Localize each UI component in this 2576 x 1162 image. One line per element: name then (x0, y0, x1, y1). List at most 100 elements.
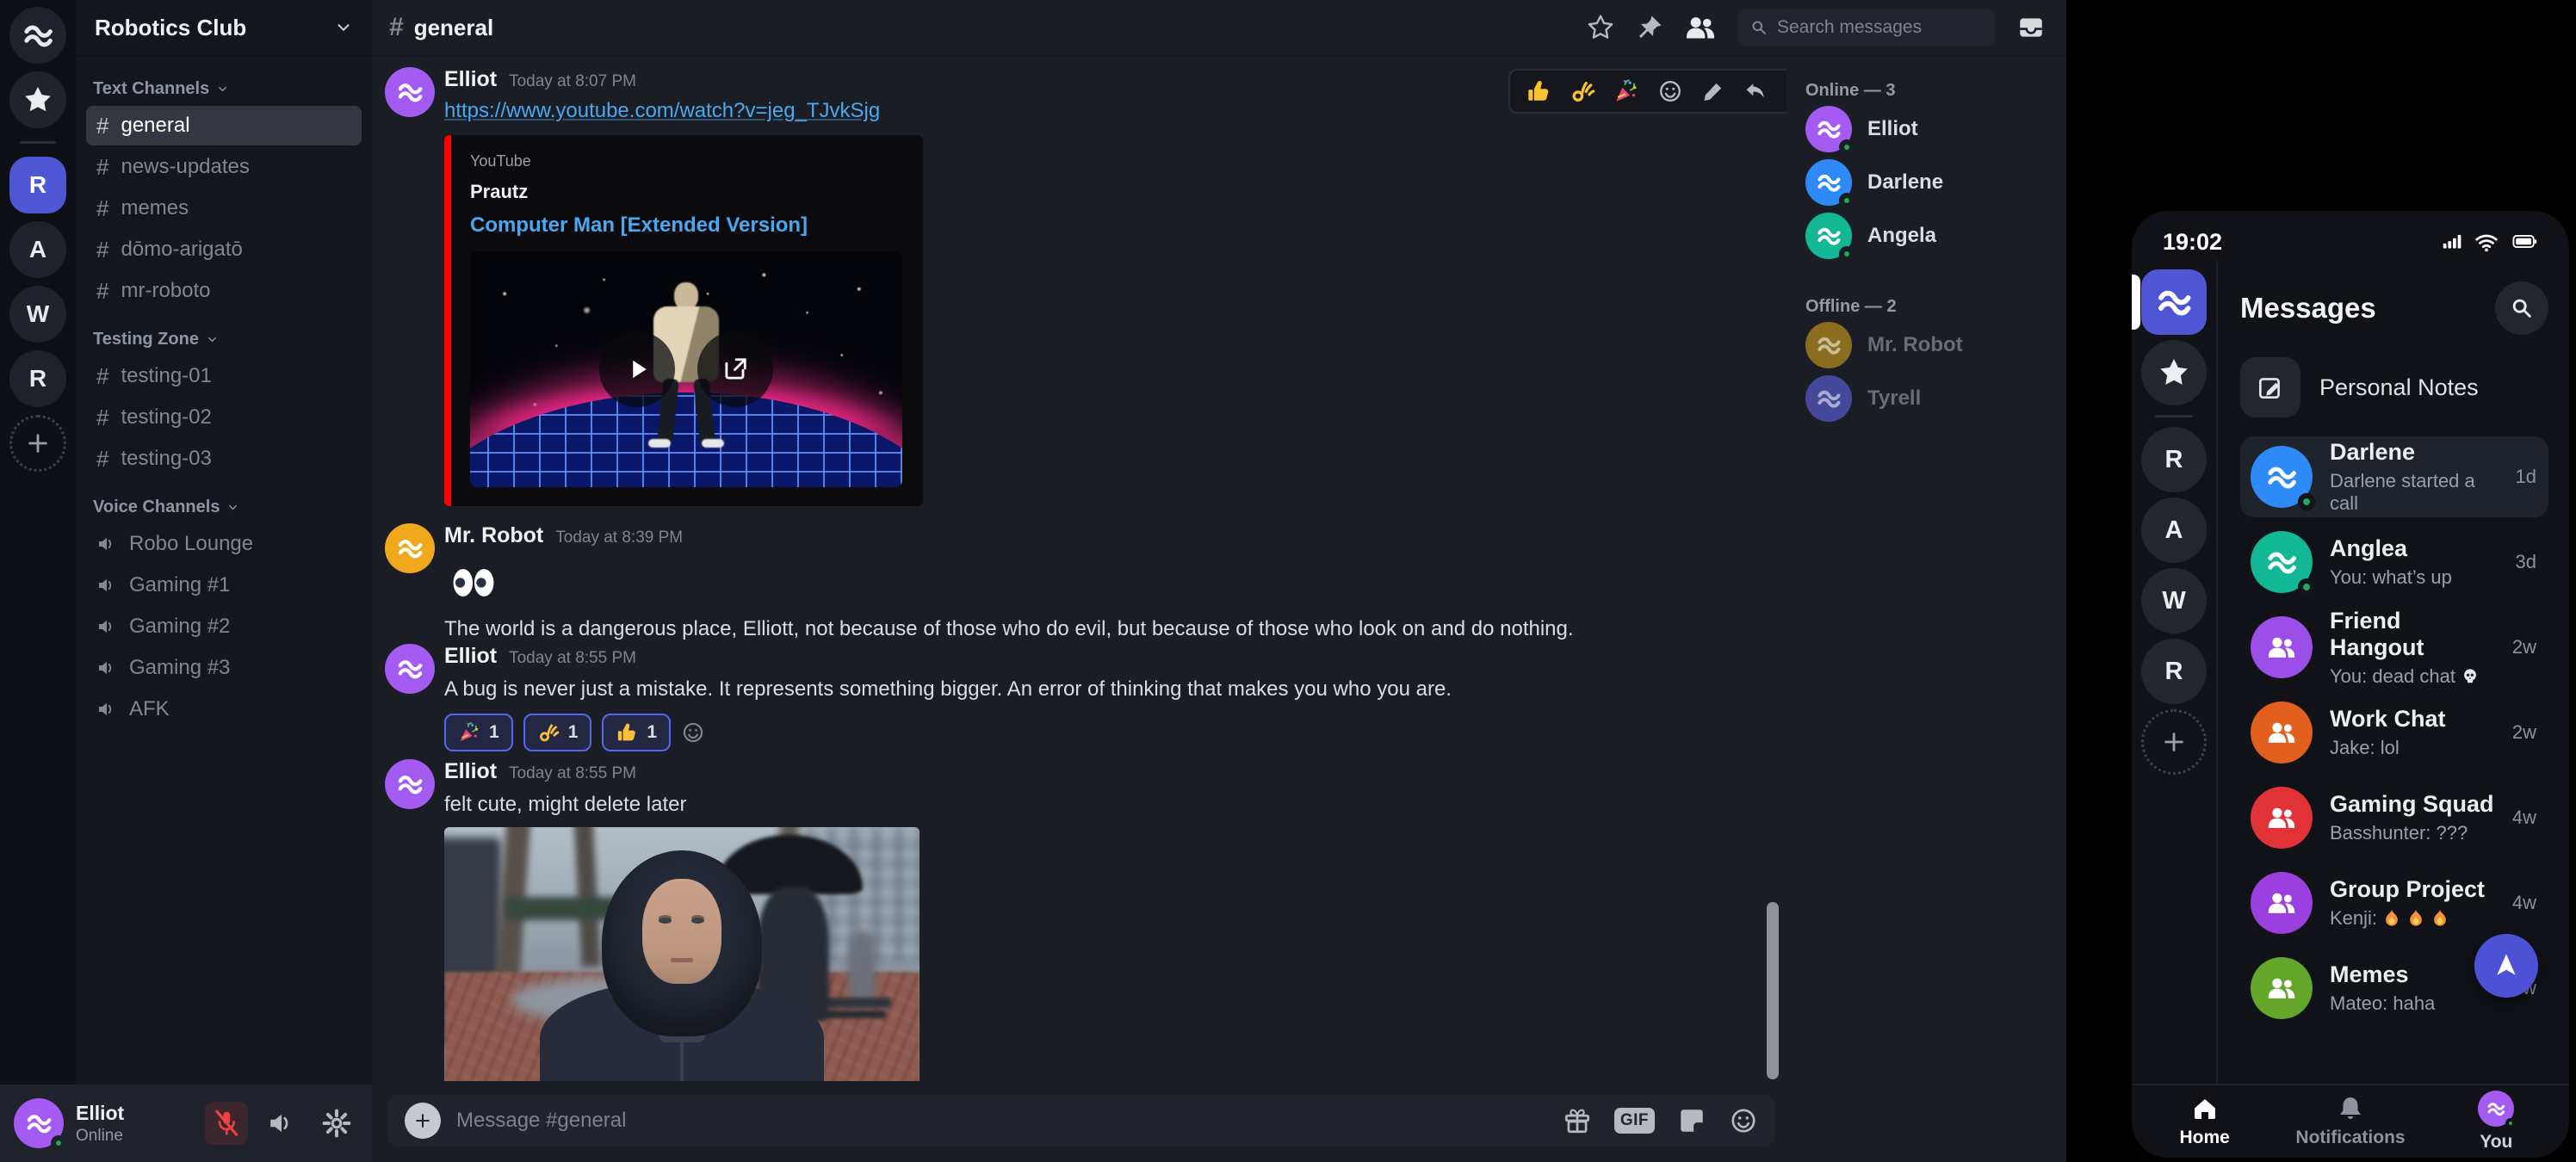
user-avatar[interactable] (14, 1098, 64, 1148)
channel-news-updates[interactable]: #news-updates (86, 147, 362, 187)
message-author[interactable]: Elliot (444, 759, 497, 784)
add-server-button[interactable] (9, 415, 66, 472)
server-icon-a[interactable]: A (9, 221, 66, 278)
avatar (1805, 213, 1852, 259)
avatar[interactable] (385, 644, 435, 694)
embed-channel-name[interactable]: Prautz (470, 181, 904, 203)
channel-general[interactable]: #general (86, 106, 362, 145)
favorites-button[interactable] (2141, 340, 2207, 405)
conversation-anglea[interactable]: Anglea You: what’s up 3d (2240, 522, 2548, 603)
reply-button[interactable] (1743, 79, 1768, 103)
channel-testing-02[interactable]: #testing-02 (86, 398, 362, 437)
server-icon-w[interactable]: W (2141, 568, 2207, 634)
channel-testing-03[interactable]: #testing-03 (86, 439, 362, 479)
wave-logo-icon (21, 18, 55, 53)
server-icon-robotics[interactable]: R (9, 157, 66, 213)
gift-button[interactable] (1563, 1106, 1592, 1135)
ok-hand-emoji (537, 721, 560, 744)
add-reaction-button[interactable] (681, 720, 705, 745)
channel-memes[interactable]: #memes (86, 189, 362, 228)
favorite-channel-button[interactable] (1586, 13, 1615, 42)
reaction-party-popper[interactable]: 1 (444, 714, 513, 751)
voice-gaming-2[interactable]: Gaming #2 (86, 607, 362, 646)
app-home-button[interactable] (2141, 269, 2207, 335)
server-icon-r2[interactable]: R (2141, 639, 2207, 704)
member-angela[interactable]: Angela (1805, 211, 2058, 261)
pinned-messages-button[interactable] (1636, 14, 1663, 41)
channel-testing-01[interactable]: #testing-01 (86, 356, 362, 396)
nav-you[interactable]: You (2424, 1085, 2569, 1158)
gif-picker-button[interactable]: GIF (1614, 1108, 1655, 1134)
embed-video-title-link[interactable]: Computer Man [Extended Version] (470, 213, 904, 238)
reaction-thumbs-up[interactable]: 1 (602, 714, 671, 751)
new-message-fab[interactable] (2474, 934, 2538, 998)
party-popper-quick-reaction[interactable] (1613, 78, 1639, 104)
server-icon-a[interactable]: A (2141, 498, 2207, 563)
add-server-button[interactable] (2141, 709, 2207, 775)
app-home-button[interactable] (9, 7, 66, 64)
member-mr-robot[interactable]: Mr. Robot (1805, 320, 2058, 370)
gear-icon (322, 1109, 351, 1138)
nav-notifications[interactable]: Notifications (2277, 1085, 2423, 1158)
ok-hand-quick-reaction[interactable] (1570, 78, 1595, 104)
online-status-dot (2505, 1118, 2516, 1128)
group-icon (2266, 717, 2297, 748)
video-thumbnail (470, 251, 902, 487)
section-testing-zone[interactable]: Testing Zone (86, 312, 362, 355)
conversation-friend-hangout[interactable]: Friend Hangout You: dead chat 2w (2240, 607, 2548, 688)
message-input-bar[interactable]: Message #general GIF (387, 1095, 1775, 1147)
play-button[interactable] (599, 331, 675, 407)
conversation-group-project[interactable]: Group Project Kenji: 4w (2240, 862, 2548, 943)
search-button[interactable] (2495, 281, 2548, 335)
nav-home[interactable]: Home (2132, 1085, 2277, 1158)
section-voice-channels[interactable]: Voice Channels (86, 480, 362, 522)
wave-logo-icon (2154, 282, 2194, 322)
personal-notes-row[interactable]: Personal Notes (2240, 357, 2548, 417)
sticker-picker-button[interactable] (1677, 1106, 1706, 1135)
section-text-channels[interactable]: Text Channels (86, 62, 362, 104)
edit-note-icon (2240, 357, 2300, 417)
inbox-button[interactable] (2016, 13, 2046, 42)
voice-gaming-1[interactable]: Gaming #1 (86, 566, 362, 605)
server-name: Robotics Club (95, 15, 246, 41)
voice-afk[interactable]: AFK (86, 689, 362, 729)
voice-gaming-3[interactable]: Gaming #3 (86, 648, 362, 688)
channel-mr-roboto[interactable]: #mr-roboto (86, 271, 362, 311)
member-darlene[interactable]: Darlene (1805, 158, 2058, 207)
message-author[interactable]: Mr. Robot (444, 523, 543, 548)
reaction-ok-hand[interactable]: 1 (523, 714, 592, 751)
member-tyrell[interactable]: Tyrell (1805, 374, 2058, 423)
settings-button[interactable] (315, 1102, 358, 1145)
favorites-button[interactable] (9, 71, 66, 128)
avatar[interactable] (385, 759, 435, 809)
open-external-button[interactable] (697, 331, 773, 407)
edit-message-button[interactable] (1701, 79, 1725, 103)
member-list-toggle-button[interactable] (1684, 11, 1717, 44)
conversation-gaming-squad[interactable]: Gaming Squad Basshunter: ??? 4w (2240, 777, 2548, 858)
search-input[interactable]: Search messages (1737, 9, 1996, 46)
conversation-work-chat[interactable]: Work Chat Jake: lol 2w (2240, 692, 2548, 773)
message-input-placeholder[interactable]: Message #general (456, 1109, 1547, 1133)
add-reaction-button[interactable] (1657, 78, 1683, 104)
thumbs-up-quick-reaction[interactable] (1526, 78, 1551, 104)
voice-robo-lounge[interactable]: Robo Lounge (86, 524, 362, 564)
server-icon-r1[interactable]: R (2141, 427, 2207, 492)
message-author[interactable]: Elliot (444, 67, 497, 92)
chat-scrollbar[interactable] (1767, 902, 1779, 1079)
deafen-button[interactable] (260, 1102, 303, 1145)
avatar[interactable] (385, 67, 435, 117)
channel-domo-arigato[interactable]: #dōmo-arigatō (86, 230, 362, 269)
attach-file-button[interactable] (405, 1103, 441, 1139)
server-icon-w[interactable]: W (9, 286, 66, 343)
avatar[interactable] (385, 523, 435, 573)
message-author[interactable]: Elliot (444, 644, 497, 669)
wave-avatar-icon (2264, 545, 2299, 579)
smiley-icon (681, 720, 705, 745)
conversation-darlene[interactable]: Darlene Darlene started a call 1d (2240, 436, 2548, 517)
microphone-mute-button[interactable] (205, 1102, 248, 1145)
emoji-picker-button[interactable] (1729, 1106, 1758, 1135)
member-elliot[interactable]: Elliot (1805, 104, 2058, 154)
photo-attachment[interactable] (444, 827, 920, 1081)
server-header-dropdown[interactable]: Robotics Club (76, 0, 372, 57)
server-icon-r2[interactable]: R (9, 350, 66, 407)
